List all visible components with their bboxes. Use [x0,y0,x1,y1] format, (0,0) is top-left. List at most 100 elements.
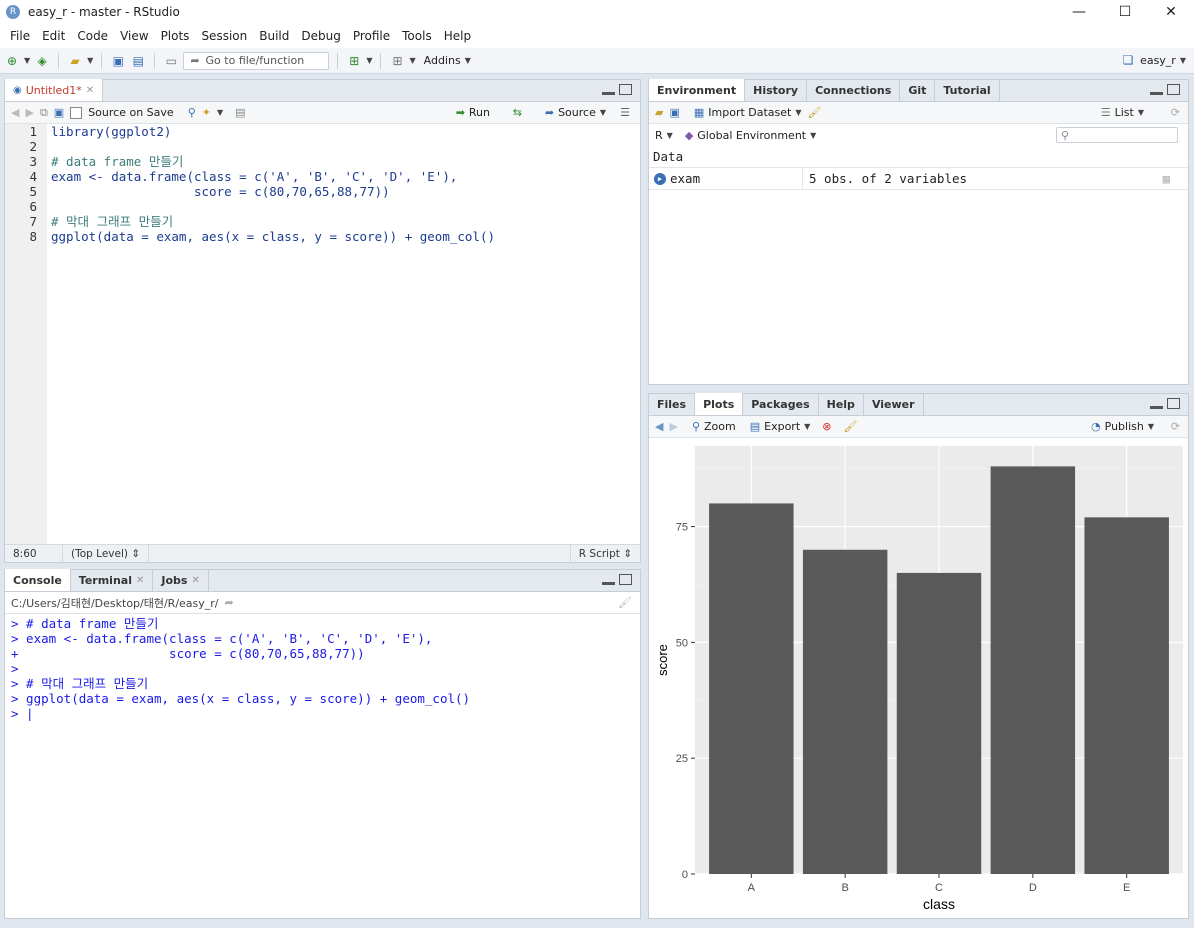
menu-profile[interactable]: Profile [347,29,396,43]
code-line[interactable]: exam <- data.frame(class = c('A', 'B', '… [51,169,640,184]
addins-dropdown-icon[interactable]: ▼ [465,56,471,65]
file-type-selector[interactable]: R Script ⇕ [569,544,640,563]
new-project-icon[interactable]: ◈ [34,53,50,69]
menu-session[interactable]: Session [195,29,253,43]
clear-console-icon[interactable]: 🖌 [618,596,632,609]
open-file-dropdown-icon[interactable]: ▼ [87,56,93,65]
scope-selector[interactable]: ◆ Global Environment ▼ [685,129,816,142]
tab-jobs[interactable]: Jobs ✕ [153,569,209,591]
menu-file[interactable]: File [4,29,36,43]
tab-environment[interactable]: Environment [649,79,746,101]
code-line[interactable] [51,139,640,154]
refresh-icon[interactable]: ⟳ [1171,106,1180,119]
maximize-pane-icon[interactable] [619,84,632,95]
language-selector[interactable]: R ▼ [655,129,673,142]
maximize-pane-icon[interactable] [619,574,632,585]
maximize-button[interactable]: ☐ [1102,0,1148,24]
source-on-save-checkbox[interactable] [70,106,83,119]
open-file-icon[interactable]: ▰ [67,53,83,69]
code-line[interactable]: score = c(80,70,65,88,77)) [51,184,640,199]
compile-report-icon[interactable]: ▤ [235,106,245,119]
tab-help[interactable]: Help [819,393,864,415]
version-control-dropdown-icon[interactable]: ▼ [366,56,372,65]
magic-wand-icon[interactable]: ✦ [202,106,211,119]
clear-plots-icon[interactable]: 🖌 [844,420,858,433]
version-control-icon[interactable]: ⊞ [346,53,362,69]
run-button[interactable]: ➡ Run [456,106,490,119]
minimize-pane-icon[interactable] [1150,401,1163,409]
go-to-directory-icon[interactable]: ➦ [225,596,234,609]
code-line-comment[interactable]: # data frame 만들기 [51,154,640,169]
save-icon[interactable]: ▣ [110,53,126,69]
save-all-icon[interactable]: ▤ [130,53,146,69]
go-to-file-input[interactable]: ➦ Go to file/function [183,51,330,70]
remove-plot-icon[interactable]: ⊗ [822,420,831,433]
menu-help[interactable]: Help [438,29,477,43]
menu-debug[interactable]: Debug [295,29,346,43]
tab-untitled1[interactable]: ◉ Untitled1* ✕ [5,79,104,101]
publish-button[interactable]: ◔ Publish ▼ [1091,420,1154,433]
environment-row-exam[interactable]: ▶ exam 5 obs. of 2 variables ▦ [649,167,1188,190]
maximize-pane-icon[interactable] [1167,84,1180,95]
code-area[interactable]: library(ggplot2) # data frame 만들기 exam <… [51,124,640,244]
tab-files[interactable]: Files [649,393,696,415]
tab-packages[interactable]: Packages [743,393,819,415]
menu-edit[interactable]: Edit [36,29,71,43]
export-button[interactable]: ▤ Export ▼ [750,420,811,433]
pane-layout-icon[interactable]: ⊞ [389,53,405,69]
menu-build[interactable]: Build [253,29,295,43]
new-file-icon[interactable]: ⊕ [4,53,20,69]
tab-history[interactable]: History [745,79,808,101]
close-terminal-icon[interactable]: ✕ [136,575,144,586]
menu-code[interactable]: Code [71,29,114,43]
menu-tools[interactable]: Tools [396,29,438,43]
pane-layout-dropdown-icon[interactable]: ▼ [409,56,415,65]
code-line[interactable]: ggplot(data = exam, aes(x = class, y = s… [51,229,640,244]
expand-icon[interactable]: ▶ [654,172,666,185]
maximize-pane-icon[interactable] [1167,398,1180,409]
code-line[interactable]: library(ggplot2) [51,124,640,139]
minimize-pane-icon[interactable] [1150,87,1163,95]
scope-selector[interactable]: (Top Level) ⇕ [63,544,150,563]
tab-terminal[interactable]: Terminal ✕ [71,569,154,591]
next-plot-icon[interactable]: ▶ [669,420,677,433]
import-dataset-button[interactable]: ▦ Import Dataset ▼ [694,106,802,119]
back-arrow-icon[interactable]: ◀ [11,106,19,119]
tab-tutorial[interactable]: Tutorial [935,79,1000,101]
tab-viewer[interactable]: Viewer [864,393,924,415]
tab-connections[interactable]: Connections [807,79,901,101]
print-icon[interactable]: ▭ [163,53,179,69]
code-tools-dropdown-icon[interactable]: ▼ [217,108,223,117]
menu-view[interactable]: View [114,29,154,43]
save-workspace-icon[interactable]: ▣ [669,106,679,119]
addins-menu[interactable]: Addins [424,54,461,67]
zoom-button[interactable]: ⚲ Zoom [692,420,736,433]
forward-arrow-icon[interactable]: ▶ [25,106,33,119]
source-button[interactable]: ➦ Source ▼ [545,106,606,119]
tab-plots[interactable]: Plots [695,393,744,415]
tab-git[interactable]: Git [900,79,936,101]
menu-plots[interactable]: Plots [155,29,196,43]
document-outline-icon[interactable]: ☰ [620,106,630,119]
tab-console[interactable]: Console [5,569,71,591]
rerun-icon[interactable]: ⇆ [513,106,522,119]
load-workspace-icon[interactable]: ▰ [655,106,663,119]
new-file-dropdown-icon[interactable]: ▼ [24,56,30,65]
save-file-icon[interactable]: ▣ [54,106,64,119]
code-line[interactable] [51,199,640,214]
minimize-pane-icon[interactable] [602,577,615,585]
console-output[interactable]: > # data frame 만들기 > exam <- data.frame(… [11,616,470,721]
search-icon[interactable]: ⚲ [188,106,196,119]
view-data-icon[interactable]: ▦ [1162,171,1170,186]
close-button[interactable]: ✕ [1148,0,1194,24]
environment-search-input[interactable]: ⚲ [1056,127,1178,143]
minimize-pane-icon[interactable] [602,87,615,95]
console-prompt[interactable]: > | [11,706,470,721]
minimize-button[interactable]: — [1056,0,1102,24]
close-jobs-icon[interactable]: ✕ [191,575,199,586]
code-line-comment[interactable]: # 막대 그래프 만들기 [51,214,640,229]
previous-plot-icon[interactable]: ◀ [655,420,663,433]
list-view-button[interactable]: ☰ List ▼ [1101,106,1144,119]
refresh-plot-icon[interactable]: ⟳ [1171,420,1180,433]
project-menu[interactable]: ❏ easy_r ▼ [1120,52,1186,68]
